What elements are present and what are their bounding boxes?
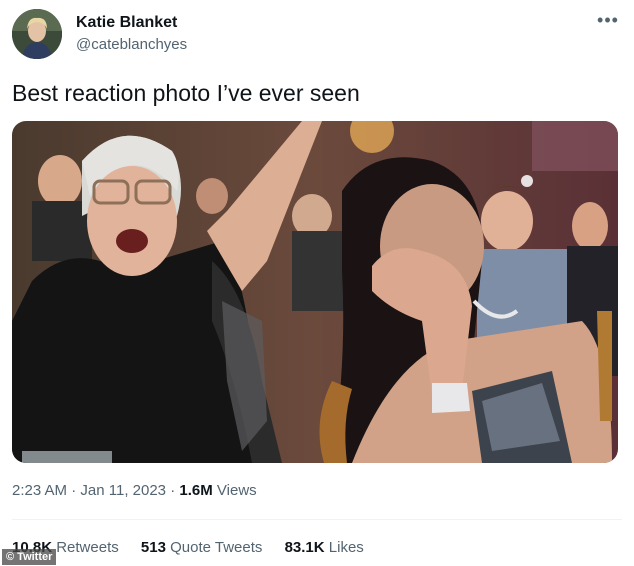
display-name[interactable]: Katie Blanket bbox=[76, 13, 187, 33]
quote-tweets-label: Quote Tweets bbox=[170, 539, 263, 556]
likes-stat[interactable]: 83.1K Likes bbox=[285, 539, 364, 556]
tweet-date[interactable]: Jan 11, 2023 bbox=[80, 482, 166, 499]
author-names: Katie Blanket @cateblanchyes bbox=[76, 13, 187, 55]
tweet-stats: 10.8K Retweets 513 Quote Tweets 83.1K Li… bbox=[12, 538, 382, 558]
meta-separator: · bbox=[170, 482, 176, 499]
avatar[interactable] bbox=[12, 9, 62, 59]
quote-tweets-count: 513 bbox=[140, 539, 166, 556]
twitter-watermark: © Twitter bbox=[2, 549, 57, 565]
likes-label: Likes bbox=[328, 539, 364, 556]
more-horizontal-icon[interactable]: ••• bbox=[596, 11, 620, 29]
divider bbox=[12, 519, 622, 520]
tweet-photo[interactable] bbox=[12, 121, 618, 463]
retweets-label: Retweets bbox=[56, 539, 119, 556]
views-label: Views bbox=[216, 482, 257, 499]
user-handle[interactable]: @cateblanchyes bbox=[76, 35, 187, 55]
tweet-header: Katie Blanket @cateblanchyes ••• bbox=[12, 9, 622, 61]
likes-count: 83.1K bbox=[284, 539, 325, 556]
tweet-time[interactable]: 2:23 AM bbox=[12, 482, 67, 499]
views-count: 1.6M bbox=[179, 482, 213, 499]
tweet-text: Best reaction photo I’ve ever seen bbox=[12, 80, 360, 106]
meta-separator: · bbox=[71, 482, 77, 499]
tweet-meta: 2:23 AM · Jan 11, 2023 · 1.6M Views bbox=[12, 481, 257, 501]
quote-tweets-stat[interactable]: 513 Quote Tweets bbox=[141, 539, 267, 556]
